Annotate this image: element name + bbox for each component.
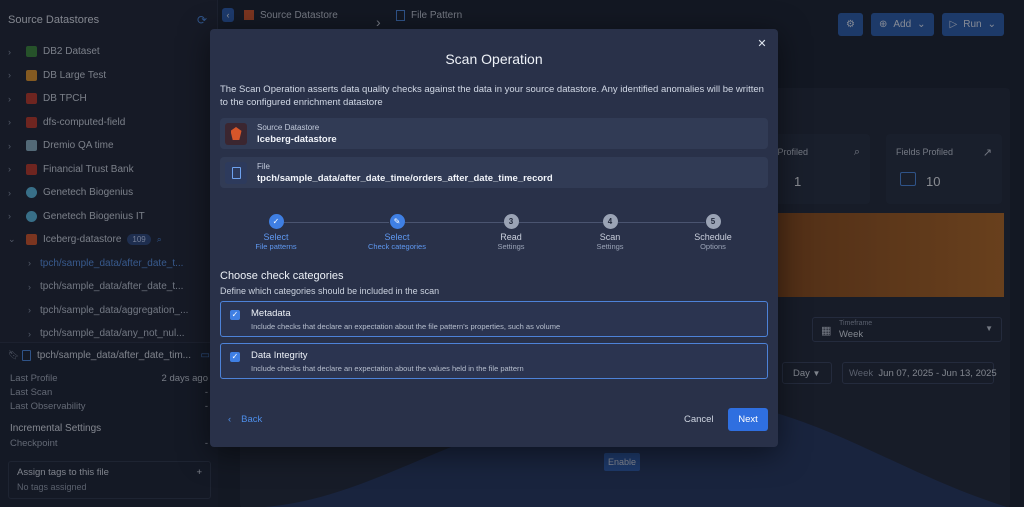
step-title: Scan xyxy=(599,232,621,242)
step-subtitle: Settings xyxy=(596,242,624,251)
step-number: 4 xyxy=(602,214,618,229)
step-subtitle: Options xyxy=(700,242,726,251)
source-datastore-value: Iceberg-datastore xyxy=(257,133,337,145)
step-title: Select xyxy=(384,232,410,242)
modal-title: Scan Operation xyxy=(445,51,543,67)
step-scan-settings[interactable]: 4 Scan Settings xyxy=(570,214,650,251)
file-label: File xyxy=(257,161,270,171)
source-datastore-card: Source Datastore Iceberg-datastore xyxy=(220,118,768,149)
stepper: ✓ Select File patterns ✎ Select Check ca… xyxy=(210,214,778,254)
category-title: Data Integrity xyxy=(251,350,308,361)
pencil-icon: ✎ xyxy=(389,214,405,229)
step-subtitle: File patterns xyxy=(255,242,297,251)
step-number: 3 xyxy=(503,214,519,229)
step-schedule-options[interactable]: 5 Schedule Options xyxy=(673,214,753,251)
step-subtitle: Settings xyxy=(497,242,525,251)
data-integrity-checkbox[interactable]: ✓ xyxy=(230,352,240,362)
category-title: Metadata xyxy=(251,308,291,319)
modal-description: The Scan Operation asserts data quality … xyxy=(220,84,764,108)
back-button[interactable]: ‹ Back xyxy=(228,414,262,425)
category-description: Include checks that declare an expectati… xyxy=(251,322,561,331)
step-select-check-categories[interactable]: ✎ Select Check categories xyxy=(357,214,437,251)
close-icon[interactable]: ✕ xyxy=(755,37,769,51)
file-value: tpch/sample_data/after_date_time/orders_… xyxy=(257,172,553,184)
file-icon xyxy=(225,161,247,184)
section-title: Choose check categories xyxy=(220,270,344,282)
metadata-checkbox[interactable]: ✓ xyxy=(230,310,240,320)
step-title: Schedule xyxy=(694,232,732,242)
section-subtitle: Define which categories should be includ… xyxy=(220,286,440,296)
step-number: 5 xyxy=(705,214,721,229)
step-select-file-patterns[interactable]: ✓ Select File patterns xyxy=(236,214,316,251)
source-datastore-label: Source Datastore xyxy=(257,122,320,132)
file-card: File tpch/sample_data/after_date_time/or… xyxy=(220,157,768,188)
back-label: Back xyxy=(241,414,263,425)
chevron-left-icon: ‹ xyxy=(228,414,232,425)
scan-operation-modal: Scan Operation ✕ The Scan Operation asse… xyxy=(210,29,778,447)
check-icon: ✓ xyxy=(268,214,284,229)
step-subtitle: Check categories xyxy=(368,242,426,251)
next-button[interactable]: Next xyxy=(728,408,768,431)
step-read-settings[interactable]: 3 Read Settings xyxy=(471,214,551,251)
category-description: Include checks that declare an expectati… xyxy=(251,364,524,373)
iceberg-icon xyxy=(225,122,247,145)
step-title: Select xyxy=(263,232,289,242)
cancel-button[interactable]: Cancel xyxy=(684,414,714,425)
category-data-integrity[interactable]: ✓ Data Integrity Include checks that dec… xyxy=(220,343,768,379)
step-title: Read xyxy=(500,232,522,242)
category-metadata[interactable]: ✓ Metadata Include checks that declare a… xyxy=(220,301,768,337)
